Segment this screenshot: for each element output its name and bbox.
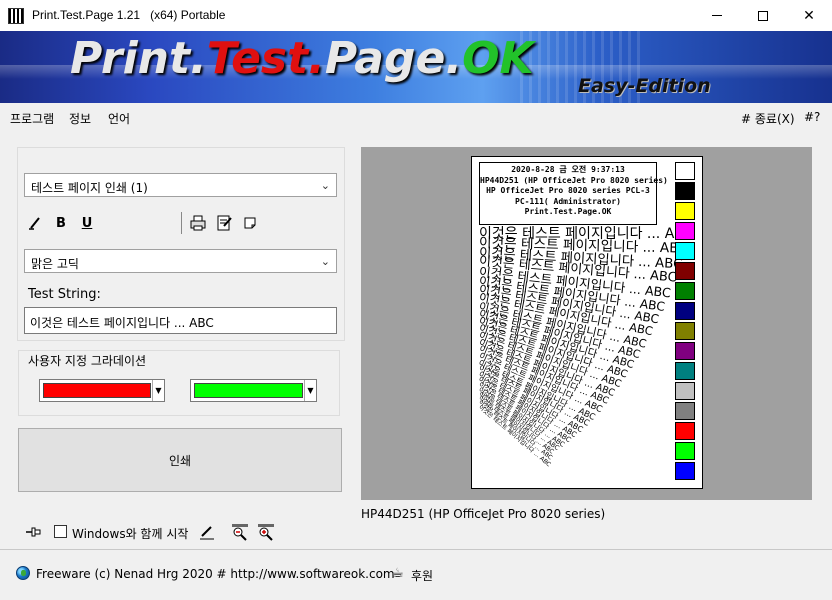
palette-swatch <box>675 422 695 440</box>
palette-swatch <box>675 282 695 300</box>
italic-icon <box>29 217 40 230</box>
palette-swatch <box>675 302 695 320</box>
test-string-value: 이것은 테스트 페이지입니다 ... ABC <box>30 316 214 330</box>
donate-link[interactable]: 후원 <box>411 567 433 584</box>
print-mode-select[interactable]: 테스트 페이지 인쇄 (1) ⌄ <box>24 173 337 197</box>
font-select[interactable]: 맑은 고딕 ⌄ <box>24 249 337 273</box>
title-bar: Print.Test.Page 1.21 (x64) Portable ✕ <box>0 0 832 31</box>
page-setup-icon <box>217 215 232 231</box>
dropdown-arrow-icon: ▼ <box>152 380 164 401</box>
paper-button[interactable] <box>241 214 259 232</box>
printer-caption: HP44D251 (HP OfficeJet Pro 8020 series) <box>361 507 606 521</box>
toolbar-divider <box>181 212 182 234</box>
maximize-button[interactable] <box>740 0 786 31</box>
gradient-color2-button[interactable]: ▼ <box>190 379 317 402</box>
page-setup-button[interactable] <box>215 214 233 232</box>
pin-button[interactable] <box>24 523 42 541</box>
printer-icon <box>190 215 206 231</box>
palette-swatch <box>675 202 695 220</box>
start-with-windows-label: Windows와 함께 시작 <box>72 527 189 541</box>
minimize-icon <box>712 15 722 16</box>
italic-button[interactable] <box>26 214 44 232</box>
pin-icon <box>26 527 41 537</box>
zoom-in-icon <box>258 524 274 541</box>
maximize-icon <box>758 10 768 21</box>
menu-info[interactable]: 정보 <box>69 110 91 127</box>
status-text[interactable]: Freeware (c) Nenad Hrg 2020 # http://www… <box>36 567 395 581</box>
zoom-out-button[interactable] <box>231 523 249 541</box>
minimize-button[interactable] <box>694 0 740 31</box>
menu-bar: 프로그램 정보 언어 # 종료(X) #? <box>0 104 832 130</box>
info-datetime: 2020-8-28 금 오전 9:37:13 <box>511 165 625 174</box>
palette-swatch <box>675 222 695 240</box>
banner-logo: Print.Test.Page.OK <box>70 33 534 84</box>
chevron-down-icon: ⌄ <box>320 255 330 268</box>
close-button[interactable]: ✕ <box>786 0 832 31</box>
globe-icon <box>16 566 30 580</box>
pen-icon <box>200 526 214 540</box>
palette-swatch <box>675 442 695 460</box>
palette-swatch <box>675 262 695 280</box>
gradient-color1-button[interactable]: ▼ <box>39 379 165 402</box>
info-app: Print.Test.Page.OK <box>524 207 612 216</box>
bold-button[interactable]: B <box>52 214 70 232</box>
palette-swatch <box>675 162 695 180</box>
menu-program[interactable]: 프로그램 <box>10 110 54 127</box>
banner-subtitle: Easy-Edition <box>578 75 711 97</box>
chevron-down-icon: ⌄ <box>320 179 330 192</box>
page-icon <box>244 217 256 229</box>
zoom-in-button[interactable] <box>257 523 275 541</box>
dropdown-arrow-icon: ▼ <box>304 380 316 401</box>
edit-button[interactable] <box>198 523 216 541</box>
palette-swatch <box>675 242 695 260</box>
zoom-out-icon <box>232 524 248 541</box>
info-printer: HP44D251 (HP OfficeJet Pro 8020 series) <box>480 175 668 185</box>
printer-settings-button[interactable] <box>189 214 207 232</box>
info-driver: HP OfficeJet Pro 8020 series PCL-3 <box>486 186 650 195</box>
test-string-input[interactable]: 이것은 테스트 페이지입니다 ... ABC <box>24 307 337 334</box>
info-user: PC-111( Administrator) <box>515 196 621 206</box>
start-with-windows-checkbox[interactable] <box>54 525 67 538</box>
window-title: Print.Test.Page 1.21 (x64) Portable <box>32 8 226 22</box>
palette-swatch <box>675 362 695 380</box>
gradient-color2-swatch <box>194 383 303 398</box>
coffee-cup-icon[interactable]: ☕ <box>390 565 406 581</box>
palette-swatch <box>675 342 695 360</box>
palette-swatch <box>675 322 695 340</box>
palette-swatch <box>675 382 695 400</box>
print-button[interactable]: 인쇄 <box>18 428 342 492</box>
underline-button[interactable]: U <box>78 214 96 232</box>
gradient-color1-swatch <box>43 383 151 398</box>
test-string-label: Test String: <box>28 287 101 302</box>
page-info-box: 2020-8-28 금 오전 9:37:13 HP44D251 (HP Offi… <box>479 162 668 225</box>
palette-swatch <box>675 462 695 480</box>
close-icon: ✕ <box>803 7 815 24</box>
color-palette <box>675 162 695 482</box>
app-banner: Print.Test.Page.OK Easy-Edition <box>0 31 832 103</box>
palette-swatch <box>675 402 695 420</box>
palette-swatch <box>675 182 695 200</box>
app-icon[interactable] <box>8 8 24 24</box>
menu-exit[interactable]: # 종료(X) <box>741 110 795 127</box>
preview-page: 이것은 테스트 페이지입니다 ... ABC 이것은 테스트 페이지입니다 ...… <box>471 156 703 489</box>
menu-language[interactable]: 언어 <box>108 110 130 127</box>
gradient-legend: 사용자 지정 그라데이션 <box>24 352 151 369</box>
menu-help[interactable]: #? <box>804 110 820 124</box>
